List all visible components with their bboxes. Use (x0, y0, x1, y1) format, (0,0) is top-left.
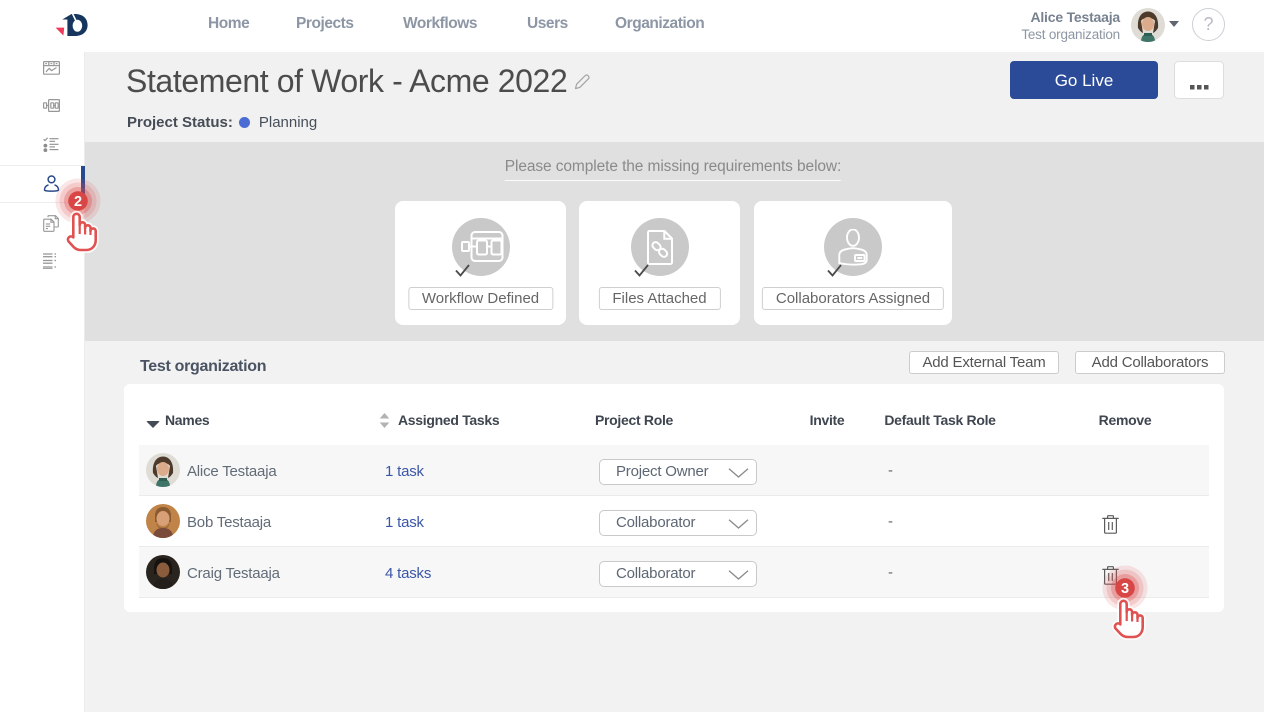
svg-text:3: 3 (1121, 581, 1129, 597)
svg-text:2: 2 (74, 194, 82, 210)
svg-text:Go Live: Go Live (1055, 71, 1114, 90)
